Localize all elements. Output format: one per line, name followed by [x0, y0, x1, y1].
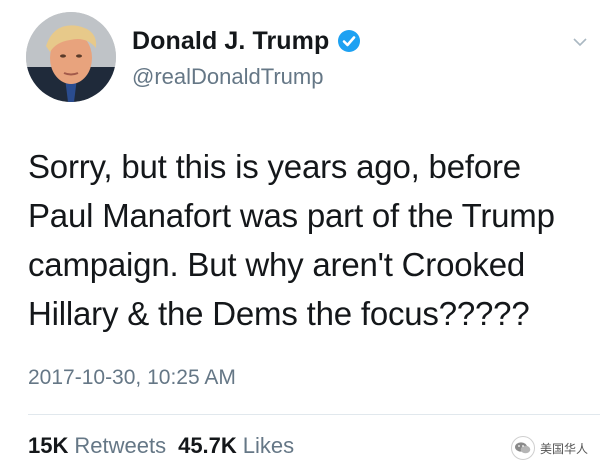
tweet-text-line: campaign. But why aren't Crooked — [28, 246, 525, 283]
chevron-down-icon[interactable] — [572, 34, 588, 50]
engagement-stats: 15K Retweets 45.7K Likes — [28, 433, 306, 459]
avatar-image — [26, 12, 116, 102]
verified-badge-icon — [337, 29, 361, 53]
user-handle[interactable]: @realDonaldTrump — [132, 64, 323, 90]
likes-label: Likes — [242, 433, 295, 458]
watermark: 美国华人 — [510, 436, 588, 460]
likes-stat[interactable]: 45.7K Likes — [178, 433, 294, 459]
retweets-count: 15K — [28, 433, 69, 458]
tweet-text: Sorry, but this is years ago, before Pau… — [28, 142, 588, 338]
tweet-text-line: Sorry, but this is years ago, before — [28, 148, 521, 185]
tweet-text-line: Hillary & the Dems the focus????? — [28, 295, 530, 332]
divider — [28, 414, 600, 415]
wechat-logo-icon — [510, 436, 535, 460]
likes-count: 45.7K — [178, 433, 237, 458]
retweets-stat[interactable]: 15K Retweets — [28, 433, 166, 459]
watermark-text: 美国华人 — [539, 441, 588, 456]
tweet-text-line: Paul Manafort was part of the Trump — [28, 197, 555, 234]
retweets-label: Retweets — [74, 433, 167, 458]
display-name[interactable]: Donald J. Trump — [132, 27, 329, 56]
avatar[interactable] — [26, 12, 116, 102]
author-name-row: Donald J. Trump — [132, 26, 361, 56]
tweet-timestamp[interactable]: 2017-10-30, 10:25 AM — [28, 366, 236, 390]
tweet-card: Donald J. Trump @realDonaldTrump Sorry, … — [0, 0, 600, 473]
